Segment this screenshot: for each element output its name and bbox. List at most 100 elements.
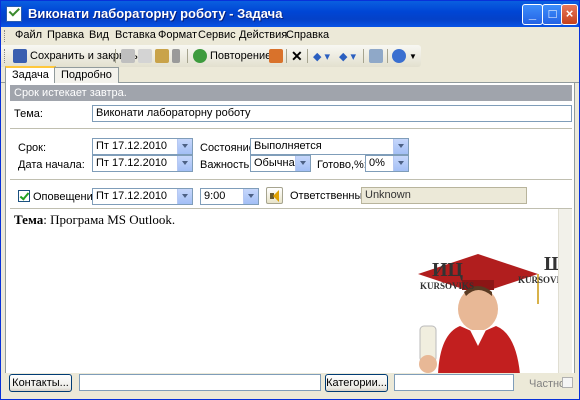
owner-field: Unknown bbox=[361, 187, 527, 204]
chevron-down-icon[interactable] bbox=[177, 139, 192, 154]
menu-actions[interactable]: Действия bbox=[239, 29, 287, 41]
menu-edit[interactable]: Правка bbox=[47, 29, 84, 41]
standard-toolbar: Сохранить и закрыть Повторение... ✕ ◆ ▾ … bbox=[1, 45, 421, 67]
body-content: : Програма MS Outlook. bbox=[43, 212, 176, 227]
categories-button[interactable]: Категории... bbox=[325, 374, 388, 392]
toolbar-options-button[interactable]: ▼ bbox=[409, 48, 417, 64]
menubar-grip bbox=[4, 30, 7, 42]
attach-button[interactable] bbox=[172, 48, 180, 64]
status-value: Выполняется bbox=[254, 140, 322, 152]
categories-input[interactable] bbox=[394, 374, 514, 391]
menu-bar: Файл Правка Вид Вставка Формат Сервис Де… bbox=[1, 27, 579, 45]
chevron-down-icon: ▼ bbox=[409, 51, 417, 61]
reminder-date-value: Пт 17.12.2010 bbox=[96, 190, 168, 202]
start-date-label: Дата начала: bbox=[18, 159, 85, 171]
chevron-down-icon[interactable] bbox=[243, 189, 258, 204]
owner-label: Ответственный: bbox=[290, 190, 372, 202]
assign-icon bbox=[269, 49, 283, 63]
reminder-time-select[interactable]: 9:00 bbox=[200, 188, 259, 205]
body-text: Тема: Програма MS Outlook. bbox=[14, 212, 175, 228]
menu-tools[interactable]: Сервис bbox=[198, 29, 236, 41]
body-label: Тема bbox=[14, 212, 44, 227]
percent-complete-label: Готово,%: bbox=[317, 159, 367, 171]
percent-complete-spinner[interactable]: 0% bbox=[365, 155, 409, 172]
menu-file[interactable]: Файл bbox=[15, 29, 42, 41]
cut-icon bbox=[121, 49, 135, 63]
address-book-icon bbox=[369, 49, 383, 63]
toolbar-separator bbox=[286, 49, 287, 63]
reminder-checkbox[interactable] bbox=[18, 190, 30, 202]
tab-task[interactable]: Задача bbox=[5, 66, 56, 84]
recurrence-button[interactable]: Повторение... bbox=[193, 48, 280, 64]
priority-select[interactable]: Обычная bbox=[250, 155, 311, 172]
toolbar-separator bbox=[307, 49, 308, 63]
paperclip-icon bbox=[172, 49, 180, 63]
paste-button[interactable] bbox=[155, 48, 169, 64]
menu-help[interactable]: Справка bbox=[286, 29, 329, 41]
status-select[interactable]: Выполняется bbox=[250, 138, 409, 155]
title-bar[interactable]: Виконати лабораторну роботу - Задача _ □… bbox=[1, 1, 579, 27]
divider bbox=[10, 128, 572, 129]
menu-insert[interactable]: Вставка bbox=[115, 29, 156, 41]
delete-icon: ✕ bbox=[291, 47, 303, 64]
address-book-button[interactable] bbox=[369, 48, 383, 64]
priority-value: Обычная bbox=[254, 157, 301, 169]
maximize-button[interactable]: □ bbox=[542, 4, 563, 25]
start-date-value: Пт 17.12.2010 bbox=[96, 157, 168, 169]
tab-strip: Задача Подробно bbox=[1, 66, 579, 84]
menu-format[interactable]: Формат bbox=[158, 29, 197, 41]
private-checkbox[interactable] bbox=[562, 377, 573, 388]
vertical-scrollbar[interactable] bbox=[558, 209, 572, 374]
reminder-time-value: 9:00 bbox=[204, 190, 226, 202]
toolbar-separator bbox=[387, 49, 388, 63]
spinner-arrow-icon[interactable] bbox=[393, 156, 408, 171]
task-window: Виконати лабораторну роботу - Задача _ □… bbox=[0, 0, 580, 400]
watermark-left-big: ИЦ bbox=[432, 259, 464, 281]
save-icon bbox=[13, 49, 27, 63]
save-close-button[interactable]: Сохранить и закрыть bbox=[13, 48, 138, 64]
tab-details[interactable]: Подробно bbox=[54, 67, 119, 83]
toolbar-separator bbox=[363, 49, 364, 63]
copy-button[interactable] bbox=[138, 48, 152, 64]
up-arrow-icon: ◆ ▾ bbox=[313, 50, 331, 63]
task-body-editor[interactable]: Тема: Програма MS Outlook. ИЦ KURSOVIKS … bbox=[10, 208, 572, 374]
due-date-picker[interactable]: Пт 17.12.2010 bbox=[92, 138, 193, 155]
info-bar: Срок истекает завтра. bbox=[10, 85, 572, 101]
menu-view[interactable]: Вид bbox=[89, 29, 109, 41]
previous-item-button[interactable]: ◆ ▾ bbox=[313, 48, 330, 64]
subject-input[interactable]: Виконати лабораторну роботу bbox=[92, 105, 572, 122]
minimize-button[interactable]: _ bbox=[522, 4, 543, 25]
down-arrow-icon: ◆ ▾ bbox=[339, 50, 357, 63]
task-app-icon[interactable] bbox=[6, 6, 22, 22]
contacts-button[interactable]: Контакты... bbox=[9, 374, 72, 392]
start-date-picker[interactable]: Пт 17.12.2010 bbox=[92, 155, 193, 172]
contacts-input[interactable] bbox=[79, 374, 321, 391]
chevron-down-icon[interactable] bbox=[177, 156, 192, 171]
copy-icon bbox=[138, 49, 152, 63]
toolbar-grip bbox=[4, 49, 7, 63]
percent-complete-value: 0% bbox=[369, 157, 385, 169]
task-panel: Срок истекает завтра. Тема: Виконати лаб… bbox=[5, 83, 575, 397]
reminder-sound-button[interactable] bbox=[266, 187, 283, 204]
chevron-down-icon[interactable] bbox=[295, 156, 310, 171]
subject-label: Тема: bbox=[14, 108, 43, 120]
divider bbox=[10, 179, 572, 180]
next-item-button[interactable]: ◆ ▾ bbox=[339, 48, 356, 64]
chevron-down-icon[interactable] bbox=[177, 189, 192, 204]
assign-task-button[interactable] bbox=[269, 48, 283, 64]
cut-button[interactable] bbox=[121, 48, 135, 64]
due-date-label: Срок: bbox=[18, 142, 47, 154]
toolbar-separator bbox=[115, 49, 116, 63]
due-date-value: Пт 17.12.2010 bbox=[96, 140, 168, 152]
delete-button[interactable]: ✕ bbox=[291, 48, 303, 64]
reminder-date-picker[interactable]: Пт 17.12.2010 bbox=[92, 188, 193, 205]
chevron-down-icon[interactable] bbox=[393, 139, 408, 154]
close-button[interactable]: × bbox=[561, 4, 578, 25]
toolbar-separator bbox=[187, 49, 188, 63]
watermark-left-small: KURSOVIKS bbox=[420, 281, 475, 291]
footer-bar: Контакты... Категории... Частное bbox=[1, 373, 579, 399]
priority-label: Важность: bbox=[200, 159, 253, 171]
help-button[interactable] bbox=[392, 48, 406, 64]
recurrence-icon bbox=[193, 49, 207, 63]
paste-icon bbox=[155, 49, 169, 63]
